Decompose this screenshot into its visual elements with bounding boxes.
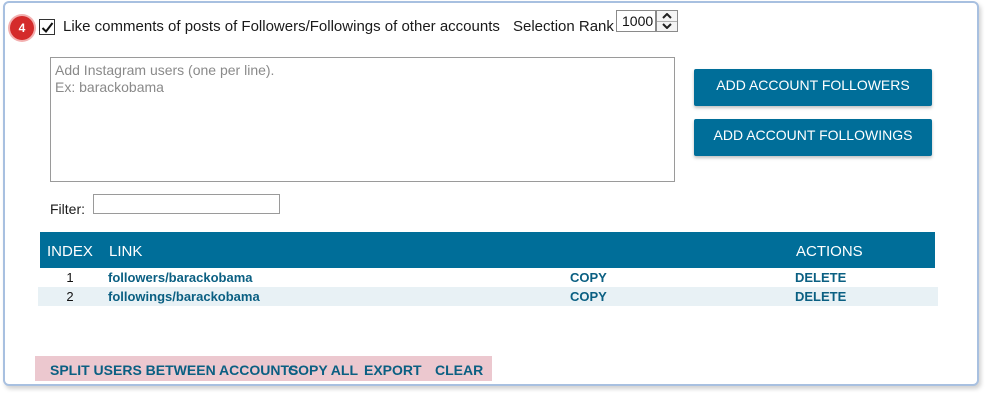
selection-rank-input[interactable]: 1000 (616, 10, 656, 32)
header-index: INDEX (47, 243, 93, 260)
spin-up-arrow-icon (662, 13, 672, 19)
selection-rank-label: Selection Rank (513, 18, 614, 35)
like-comments-label[interactable]: Like comments of posts of Followers/Foll… (63, 18, 500, 35)
add-account-followings-button[interactable]: ADD ACCOUNT FOLLOWINGS (694, 119, 932, 156)
checkmark-icon (41, 22, 54, 34)
clear-button[interactable]: CLEAR (435, 362, 483, 378)
footer-action-bar: SPLIT USERS BETWEEN ACCOUNTS COPY ALL EX… (35, 356, 492, 381)
row-index: 1 (66, 270, 74, 285)
filter-label: Filter: (50, 201, 85, 217)
copy-all-button[interactable]: COPY ALL (288, 362, 358, 378)
delete-row-button[interactable]: DELETE (795, 270, 846, 285)
row-index: 2 (66, 289, 74, 304)
delete-row-button[interactable]: DELETE (795, 289, 846, 304)
table-row: 1 followers/barackobama COPY DELETE (38, 268, 938, 287)
copy-link-button[interactable]: COPY (570, 289, 607, 304)
add-account-followers-button[interactable]: ADD ACCOUNT FOLLOWERS (694, 69, 932, 106)
split-users-button[interactable]: SPLIT USERS BETWEEN ACCOUNTS (50, 362, 298, 378)
instagram-users-textarea[interactable]: Add Instagram users (one per line). Ex: … (50, 57, 675, 182)
selection-rank-stepper[interactable] (656, 10, 678, 32)
spin-down-button[interactable] (657, 21, 677, 31)
header-link: LINK (109, 243, 143, 260)
copy-link-button[interactable]: COPY (570, 270, 607, 285)
row-link[interactable]: followings/barackobama (108, 289, 260, 304)
row-link[interactable]: followers/barackobama (108, 270, 253, 285)
step-number-badge: 4 (10, 16, 34, 40)
table-header: INDEX LINK ACTIONS (40, 232, 935, 268)
header-actions: ACTIONS (796, 243, 863, 260)
export-button[interactable]: EXPORT (364, 362, 422, 378)
like-comments-checkbox[interactable] (39, 19, 55, 35)
table-row: 2 followings/barackobama COPY DELETE (38, 287, 938, 306)
filter-input[interactable] (93, 194, 280, 214)
spin-down-arrow-icon (662, 23, 672, 29)
